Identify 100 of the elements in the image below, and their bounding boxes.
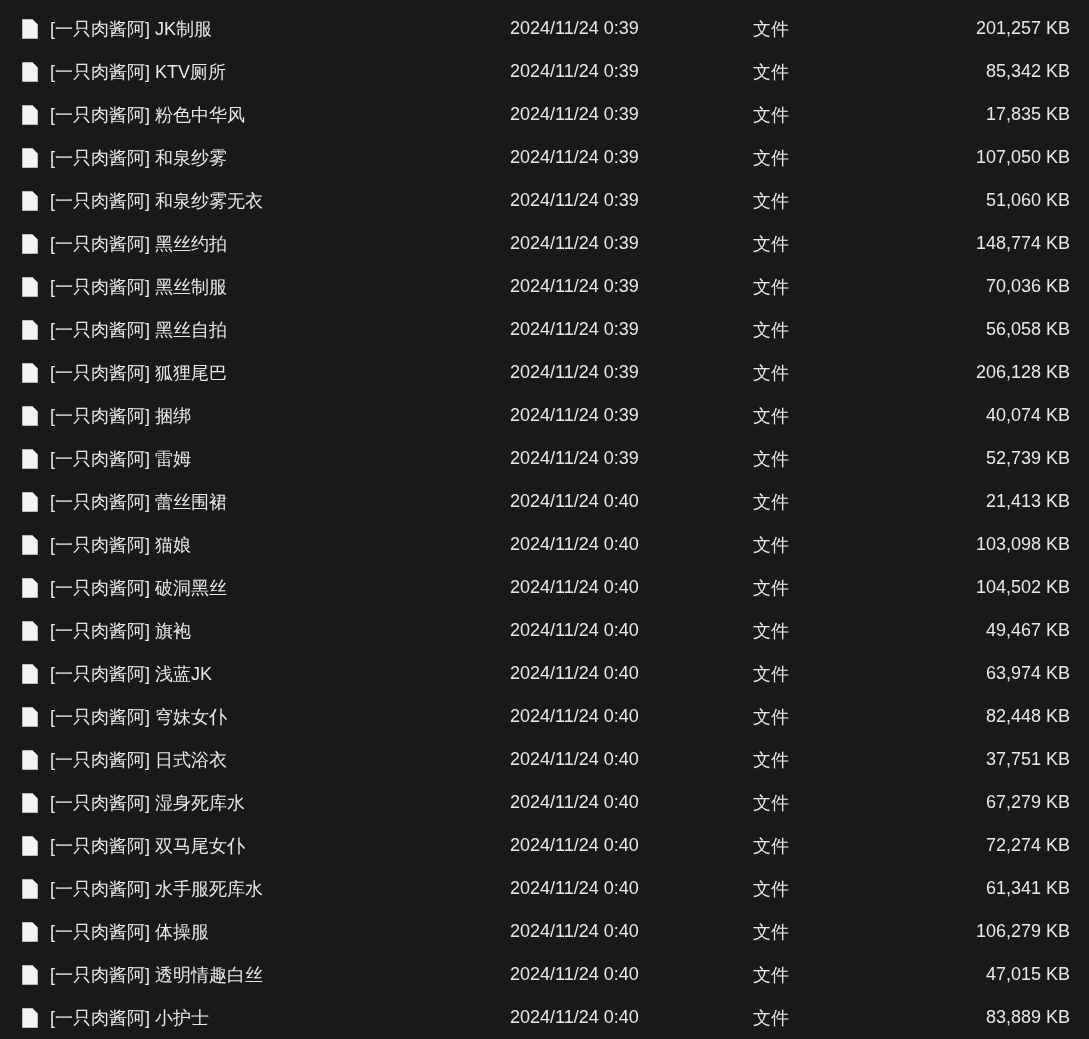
file-icon bbox=[22, 233, 38, 254]
file-size: 47,015 KB bbox=[984, 964, 1070, 985]
file-icon bbox=[22, 878, 38, 899]
file-icon bbox=[22, 835, 38, 856]
modified-date: 2024/11/24 0:40 bbox=[510, 878, 640, 899]
modified-date: 2024/11/24 0:40 bbox=[510, 577, 640, 598]
file-name[interactable]: [一只肉酱阿] 水手服死库水 bbox=[50, 876, 510, 901]
file-type: 文件 bbox=[753, 146, 790, 170]
file-icon bbox=[22, 362, 38, 383]
file-name[interactable]: [一只肉酱阿] 穹妹女仆 bbox=[50, 704, 510, 729]
file-type: 文件 bbox=[753, 662, 790, 686]
file-icon bbox=[22, 921, 38, 942]
file-icon bbox=[22, 448, 38, 469]
file-type: 文件 bbox=[753, 963, 790, 987]
file-name[interactable]: [一只肉酱阿] 雷姆 bbox=[50, 446, 510, 471]
file-size: 56,058 KB bbox=[984, 319, 1070, 340]
file-icon bbox=[22, 276, 38, 297]
file-type: 文件 bbox=[753, 576, 790, 600]
file-name[interactable]: [一只肉酱阿] 浅蓝JK bbox=[50, 661, 510, 686]
file-name[interactable]: [一只肉酱阿] 破洞黑丝 bbox=[50, 575, 510, 600]
file-type: 文件 bbox=[753, 318, 790, 342]
file-type: 文件 bbox=[753, 17, 790, 41]
modified-date: 2024/11/24 0:40 bbox=[510, 792, 640, 813]
file-name[interactable]: [一只肉酱阿] 猫娘 bbox=[50, 532, 510, 557]
file-name[interactable]: [一只肉酱阿] KTV厕所 bbox=[50, 59, 510, 84]
file-name[interactable]: [一只肉酱阿] 黑丝制服 bbox=[50, 274, 510, 299]
file-type: 文件 bbox=[753, 60, 790, 84]
file-size: 107,050 KB bbox=[974, 147, 1070, 168]
modified-date: 2024/11/24 0:39 bbox=[510, 448, 640, 469]
file-name[interactable]: [一只肉酱阿] 湿身死库水 bbox=[50, 790, 510, 815]
file-icon bbox=[22, 61, 38, 82]
file-name[interactable]: [一只肉酱阿] 小护士 bbox=[50, 1005, 510, 1030]
file-size: 49,467 KB bbox=[984, 620, 1070, 641]
modified-date: 2024/11/24 0:40 bbox=[510, 835, 640, 856]
file-name[interactable]: [一只肉酱阿] JK制服 bbox=[50, 16, 510, 41]
file-icon bbox=[22, 104, 38, 125]
file-name[interactable]: [一只肉酱阿] 蕾丝围裙 bbox=[50, 489, 510, 514]
file-name[interactable]: [一只肉酱阿] 日式浴衣 bbox=[50, 747, 510, 772]
file-type: 文件 bbox=[753, 705, 790, 729]
file-type: 文件 bbox=[753, 1006, 790, 1030]
file-size: 206,128 KB bbox=[974, 362, 1070, 383]
file-type: 文件 bbox=[753, 361, 790, 385]
file-icon bbox=[22, 706, 38, 727]
file-size: 106,279 KB bbox=[974, 921, 1070, 942]
file-name[interactable]: [一只肉酱阿] 粉色中华风 bbox=[50, 102, 510, 127]
file-name[interactable]: [一只肉酱阿] 旗袍 bbox=[50, 618, 510, 643]
file-type: 文件 bbox=[753, 533, 790, 557]
file-size: 85,342 KB bbox=[984, 61, 1070, 82]
file-type: 文件 bbox=[753, 791, 790, 815]
file-size: 40,074 KB bbox=[984, 405, 1070, 426]
modified-date: 2024/11/24 0:40 bbox=[510, 749, 640, 770]
file-size: 104,502 KB bbox=[974, 577, 1070, 598]
modified-date: 2024/11/24 0:40 bbox=[510, 1007, 640, 1028]
file-size: 67,279 KB bbox=[984, 792, 1070, 813]
file-icon bbox=[22, 964, 38, 985]
modified-date: 2024/11/24 0:40 bbox=[510, 534, 640, 555]
file-icon bbox=[22, 18, 38, 39]
file-size: 83,889 KB bbox=[984, 1007, 1070, 1028]
file-name[interactable]: [一只肉酱阿] 透明情趣白丝 bbox=[50, 962, 510, 987]
file-icon bbox=[22, 1007, 38, 1028]
file-type: 文件 bbox=[753, 447, 790, 471]
modified-date: 2024/11/24 0:39 bbox=[510, 319, 640, 340]
modified-date: 2024/11/24 0:40 bbox=[510, 491, 640, 512]
file-type: 文件 bbox=[753, 232, 790, 256]
file-name[interactable]: [一只肉酱阿] 黑丝约拍 bbox=[50, 231, 510, 256]
modified-date: 2024/11/24 0:39 bbox=[510, 233, 640, 254]
file-size: 72,274 KB bbox=[984, 835, 1070, 856]
file-size: 70,036 KB bbox=[984, 276, 1070, 297]
modified-date: 2024/11/24 0:39 bbox=[510, 276, 640, 297]
file-name[interactable]: [一只肉酱阿] 黑丝自拍 bbox=[50, 317, 510, 342]
file-size: 63,974 KB bbox=[984, 663, 1070, 684]
file-size: 52,739 KB bbox=[984, 448, 1070, 469]
file-icon bbox=[22, 319, 38, 340]
file-size: 148,774 KB bbox=[974, 233, 1070, 254]
file-name[interactable]: [一只肉酱阿] 和泉纱雾 bbox=[50, 145, 510, 170]
file-type: 文件 bbox=[753, 404, 790, 428]
file-name[interactable]: [一只肉酱阿] 狐狸尾巴 bbox=[50, 360, 510, 385]
file-name[interactable]: [一只肉酱阿] 捆绑 bbox=[50, 403, 510, 428]
file-name[interactable]: [一只肉酱阿] 双马尾女仆 bbox=[50, 833, 510, 858]
file-type: 文件 bbox=[753, 834, 790, 858]
file-size: 61,341 KB bbox=[984, 878, 1070, 899]
file-type: 文件 bbox=[753, 920, 790, 944]
file-icon bbox=[22, 577, 38, 598]
file-type: 文件 bbox=[753, 748, 790, 772]
modified-date: 2024/11/24 0:39 bbox=[510, 147, 640, 168]
file-type: 文件 bbox=[753, 877, 790, 901]
modified-date: 2024/11/24 0:39 bbox=[510, 190, 640, 211]
file-name[interactable]: [一只肉酱阿] 和泉纱雾无衣 bbox=[50, 188, 510, 213]
modified-date: 2024/11/24 0:40 bbox=[510, 964, 640, 985]
file-type: 文件 bbox=[753, 490, 790, 514]
file-icon bbox=[22, 491, 38, 512]
modified-date: 2024/11/24 0:40 bbox=[510, 921, 640, 942]
file-icon bbox=[22, 405, 38, 426]
file-type: 文件 bbox=[753, 103, 790, 127]
file-icon bbox=[22, 663, 38, 684]
file-icon bbox=[22, 749, 38, 770]
file-name[interactable]: [一只肉酱阿] 体操服 bbox=[50, 919, 510, 944]
file-icon bbox=[22, 147, 38, 168]
file-size: 201,257 KB bbox=[974, 18, 1070, 39]
file-size: 103,098 KB bbox=[974, 534, 1070, 555]
